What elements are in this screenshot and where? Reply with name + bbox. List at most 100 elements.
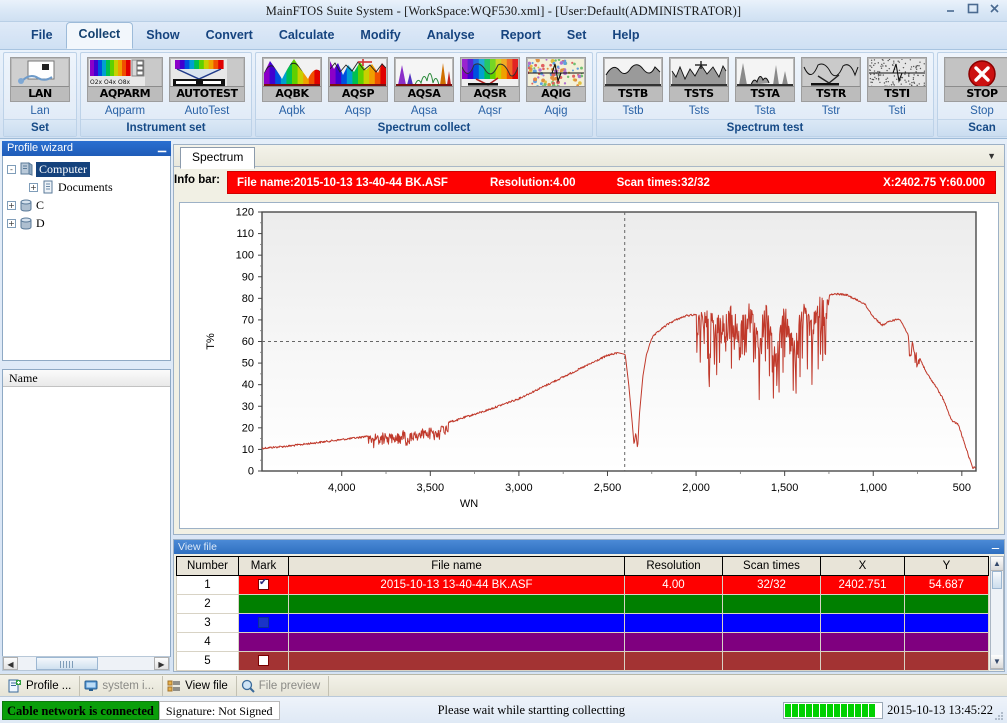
ribbon-button-aqig[interactable]: AQIG Aqig — [523, 55, 589, 119]
view-file-pin-icon[interactable]: ⚊ — [991, 540, 1000, 554]
drive-icon — [19, 216, 33, 230]
tree-node-d[interactable]: + D — [7, 214, 168, 232]
scroll-track[interactable] — [18, 657, 154, 670]
ribbon-button-tstb[interactable]: TSTB Tstb — [600, 55, 666, 119]
resize-grip-icon[interactable] — [994, 710, 1005, 721]
minimize-icon[interactable] — [944, 2, 957, 15]
ribbon-button-aqsr[interactable]: AQSR Aqsr — [457, 55, 523, 119]
ribbon-button-tsti[interactable]: TSTI Tsti — [864, 55, 930, 119]
scroll-thumb-vertical[interactable] — [992, 571, 1002, 589]
spectrum-plot-svg: 0 10 20 30 40 50 60 70 80 90 100 110 120 4,000 3,500 3,… — [180, 203, 998, 528]
menu-item-report[interactable]: Report — [488, 23, 554, 49]
tree-expander-icon[interactable]: + — [7, 200, 16, 210]
scroll-right-arrow[interactable]: ▶ — [154, 657, 169, 670]
scroll-track-vertical[interactable] — [991, 589, 1003, 655]
status-bar: Cable network is connected Signature: No… — [0, 696, 1007, 723]
profile-tree[interactable]: - Computer + Documents + C + D — [2, 156, 171, 361]
table-column-resolution[interactable]: Resolution — [624, 556, 723, 576]
table-column-x[interactable]: X — [820, 556, 905, 576]
tree-expander-icon[interactable]: + — [7, 218, 16, 228]
ribbon-group-set: LAN Lan Set — [3, 52, 77, 137]
name-column-header: Name — [3, 370, 170, 387]
tab-spectrum[interactable]: Spectrum — [180, 147, 256, 169]
pin-icon[interactable]: ⚊ — [157, 142, 167, 157]
ribbon-group-scan: STOP Stop Scan — [937, 52, 1007, 137]
tree-node-label: D — [36, 215, 45, 230]
table-column-number[interactable]: Number — [176, 556, 239, 576]
svg-text:110: 110 — [236, 228, 254, 240]
ribbon-button-face: AQSR — [460, 57, 520, 102]
ribbon-button-label: Aqsr — [478, 105, 502, 117]
checkbox-icon[interactable] — [258, 617, 269, 629]
bottom-tab-profile[interactable]: Profile ... — [4, 675, 81, 696]
menu-item-analyse[interactable]: Analyse — [414, 23, 488, 49]
chevron-down-icon[interactable]: ▼ — [987, 151, 996, 161]
ribbon-group-title: Scan — [938, 119, 1007, 136]
table-column-y[interactable]: Y — [904, 556, 989, 576]
row-mark-checkbox[interactable] — [238, 613, 289, 633]
row-mark-checkbox[interactable] — [238, 594, 289, 614]
tree-node-documents[interactable]: + Documents — [7, 178, 168, 196]
svg-text:40: 40 — [242, 379, 254, 391]
scroll-left-arrow[interactable]: ◀ — [3, 657, 18, 670]
bottom-tab-view-file[interactable]: View file — [163, 675, 237, 696]
bottom-tab-file-preview[interactable]: File preview — [237, 675, 330, 696]
ribbon-button-stop[interactable]: STOP Stop — [941, 55, 1007, 119]
ribbon-button-tstr[interactable]: TSTR Tstr — [798, 55, 864, 119]
progress-segment — [834, 703, 841, 717]
stop-icon — [946, 59, 1007, 86]
ribbon-button-caption: AQBK — [263, 86, 321, 101]
scroll-down-arrow[interactable]: ▼ — [991, 655, 1003, 669]
ribbon-button-tsts[interactable]: TSTS Tsts — [666, 55, 732, 119]
ribbon-button-face: O2x O4x O8x AQPARM — [87, 57, 163, 102]
checkbox-icon[interactable] — [258, 577, 269, 591]
row-mark-checkbox[interactable] — [238, 651, 289, 671]
row-mark-checkbox[interactable] — [238, 632, 289, 652]
table-column-mark[interactable]: Mark — [238, 556, 289, 576]
menu-item-help[interactable]: Help — [599, 23, 652, 49]
sidebar-horizontal-scrollbar[interactable]: ◀ ▶ — [2, 656, 170, 671]
table-row[interactable]: 5 — [176, 651, 989, 671]
scroll-thumb[interactable] — [36, 657, 98, 670]
tree-expander-icon[interactable]: - — [7, 164, 16, 174]
ribbon-button-lan[interactable]: LAN Lan — [7, 55, 73, 119]
table-column-file-name[interactable]: File name — [288, 556, 625, 576]
ribbon-button-label: Tsts — [688, 105, 710, 117]
ribbon-button-caption: LAN — [11, 86, 69, 101]
view-file-vertical-scrollbar[interactable]: ▲ ▼ — [990, 556, 1004, 670]
table-row[interactable]: 3 — [176, 613, 989, 633]
checkbox-icon[interactable] — [258, 655, 269, 667]
maximize-icon[interactable] — [966, 2, 979, 15]
tree-node-computer[interactable]: - Computer — [7, 160, 168, 178]
progress-segment — [792, 703, 799, 717]
close-icon[interactable] — [988, 2, 1001, 15]
menu-item-show[interactable]: Show — [133, 23, 192, 49]
menu-item-collect[interactable]: Collect — [65, 22, 134, 49]
spectrum-chart[interactable]: 0 10 20 30 40 50 60 70 80 90 100 110 120 4,000 3,500 3,… — [179, 202, 999, 529]
scroll-up-arrow[interactable]: ▲ — [991, 557, 1003, 571]
row-scan-times — [722, 632, 821, 652]
ribbon-button-autotest[interactable]: AUTOTEST AutoTest — [166, 55, 248, 119]
bottom-tab-system-i[interactable]: system i... — [80, 675, 164, 696]
menu-item-file[interactable]: File — [18, 23, 66, 49]
tree-expander-icon[interactable]: + — [29, 182, 38, 192]
table-row[interactable]: 4 — [176, 632, 989, 652]
ribbon-button-aqsa[interactable]: AQSA Aqsa — [391, 55, 457, 119]
row-number: 3 — [176, 613, 239, 633]
tree-node-c[interactable]: + C — [7, 196, 168, 214]
table-row[interactable]: 2 — [176, 594, 989, 614]
ribbon-button-aqsp[interactable]: AQSP Aqsp — [325, 55, 391, 119]
row-mark-checkbox[interactable] — [238, 575, 289, 595]
table-row[interactable]: 1 2015-10-13 13-40-44 BK.ASF4.0032/322402… — [176, 575, 989, 595]
progress-segment — [869, 703, 876, 717]
ribbon-button-tsta[interactable]: TSTA Tsta — [732, 55, 798, 119]
menu-item-modify[interactable]: Modify — [347, 23, 413, 49]
menu-item-set[interactable]: Set — [554, 23, 599, 49]
window-controls — [944, 2, 1001, 15]
table-column-scan-times[interactable]: Scan times — [722, 556, 821, 576]
ribbon-button-aqbk[interactable]: AQBK Aqbk — [259, 55, 325, 119]
menu-item-convert[interactable]: Convert — [193, 23, 266, 49]
menu-item-calculate[interactable]: Calculate — [266, 23, 348, 49]
ribbon-button-aqparm[interactable]: O2x O4x O8x AQPARM Aqparm — [84, 55, 166, 119]
row-scan-times: 32/32 — [722, 575, 821, 595]
